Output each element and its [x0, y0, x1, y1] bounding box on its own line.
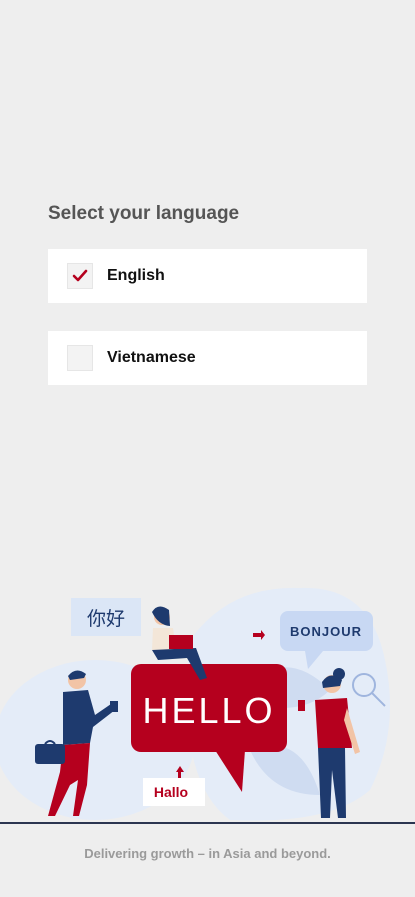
hello-bubble-text: HELLO [142, 690, 275, 731]
language-option-vietnamese[interactable]: Vietnamese [48, 331, 367, 385]
greetings-illustration: 你好 BONJOUR HELLO Hallo [0, 587, 415, 824]
vietnamese-checkbox[interactable] [67, 345, 93, 371]
vietnamese-label: Vietnamese [107, 349, 196, 366]
french-bubble-text: BONJOUR [290, 624, 362, 639]
german-bubble-text: Hallo [154, 784, 188, 800]
english-checkbox[interactable] [67, 263, 93, 289]
check-icon [72, 269, 88, 282]
language-option-english[interactable]: English [48, 249, 367, 303]
english-label: English [107, 267, 165, 284]
chinese-bubble-text: 你好 [87, 608, 125, 630]
footer-tagline: Delivering growth – in Asia and beyond. [84, 846, 331, 861]
page-title: Select your language [48, 203, 240, 224]
